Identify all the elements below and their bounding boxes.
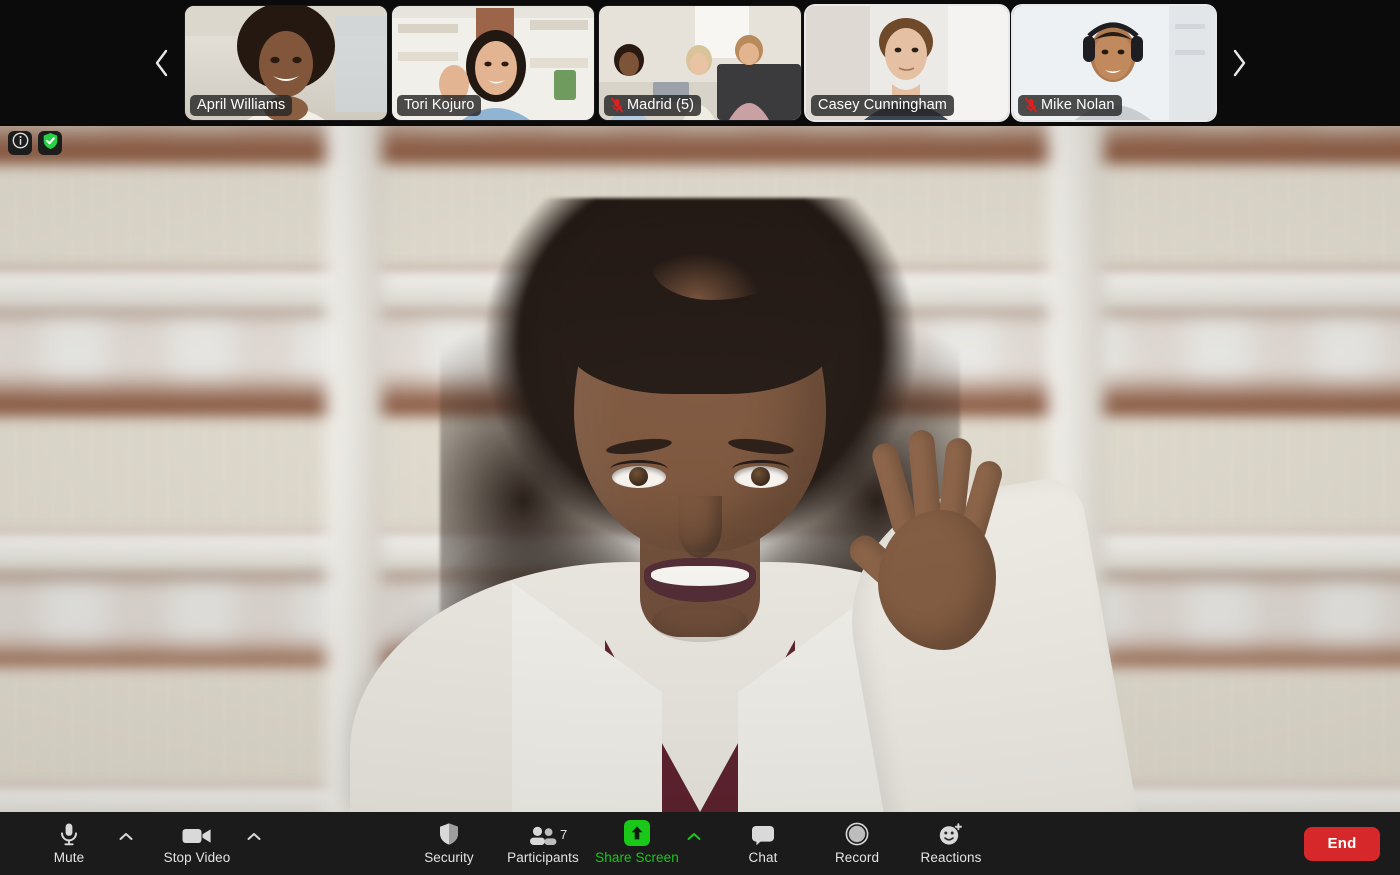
speech-bubble-icon [751, 822, 775, 846]
toolbar-right-group: End [1304, 812, 1380, 875]
stop-video-button[interactable]: Stop Video [150, 815, 244, 873]
muted-microphone-icon [1025, 97, 1038, 113]
chat-label: Chat [748, 850, 778, 865]
share-options-button[interactable] [684, 815, 704, 873]
people-icon: 7 [528, 822, 567, 846]
chevron-up-icon [119, 829, 133, 844]
reactions-label: Reactions [920, 850, 982, 865]
toolbar-center-group: Security 7 Participants Share Screen Cha… [402, 812, 998, 875]
chevron-up-icon [687, 829, 701, 844]
thumbnail-tile[interactable]: Madrid (5) [599, 6, 801, 120]
meeting-information-button[interactable] [8, 131, 32, 155]
share-screen-label: Share Screen [595, 850, 679, 865]
chevron-left-icon [153, 48, 170, 78]
participant-filmstrip: April Williams Tori Kojuro Madrid (5) Ca… [0, 0, 1400, 126]
shield-check-icon [42, 132, 59, 155]
participants-count: 7 [560, 827, 568, 842]
audio-options-button[interactable] [116, 815, 136, 873]
video-options-button[interactable] [244, 815, 264, 873]
participant-name-chip: Casey Cunningham [811, 95, 954, 116]
thumbnail-tile[interactable]: April Williams [185, 6, 387, 120]
stop-video-label: Stop Video [163, 850, 231, 865]
chevron-up-icon [247, 829, 261, 844]
stage-badges [8, 131, 62, 155]
mute-button[interactable]: Mute [22, 815, 116, 873]
record-label: Record [834, 850, 880, 865]
security-button[interactable]: Security [402, 815, 496, 873]
reactions-button[interactable]: Reactions [904, 815, 998, 873]
active-speaker-video[interactable] [0, 126, 1400, 812]
participant-name: Tori Kojuro [404, 97, 475, 113]
thumbnail-tile[interactable]: Mike Nolan [1013, 6, 1215, 120]
thumbnail-tile[interactable]: Tori Kojuro [392, 6, 594, 120]
speaker-figure [320, 152, 1139, 812]
participant-name-chip: Mike Nolan [1018, 95, 1122, 116]
up-arrow-icon [624, 820, 650, 846]
raised-hand [843, 424, 1016, 660]
thumbnail-tile[interactable]: Casey Cunningham [806, 6, 1008, 120]
participants-button[interactable]: 7 Participants [496, 815, 590, 873]
microphone-icon [58, 822, 80, 846]
video-camera-icon [182, 822, 212, 846]
participant-name-chip: April Williams [190, 95, 293, 116]
participants-label: Participants [507, 850, 579, 865]
shield-icon [438, 822, 460, 846]
toolbar-left-group: Mute Stop Video [22, 812, 264, 875]
filmstrip-next-button[interactable] [1220, 8, 1258, 118]
participant-name: Madrid (5) [627, 97, 695, 113]
encryption-status-button[interactable] [38, 131, 62, 155]
filmstrip-prev-button[interactable] [142, 8, 180, 118]
participant-name-chip: Tori Kojuro [397, 95, 482, 116]
record-circle-icon [845, 822, 869, 846]
end-meeting-button[interactable]: End [1304, 826, 1380, 861]
security-label: Security [424, 850, 474, 865]
participant-name: Mike Nolan [1041, 97, 1115, 113]
mute-label: Mute [53, 850, 85, 865]
chat-button[interactable]: Chat [716, 815, 810, 873]
meeting-toolbar: Mute Stop Video Security 7 Participants … [0, 812, 1400, 875]
share-screen-button[interactable]: Share Screen [590, 815, 684, 873]
participant-name-chip: Madrid (5) [604, 95, 702, 116]
participant-name: Casey Cunningham [818, 97, 947, 113]
record-button[interactable]: Record [810, 815, 904, 873]
muted-microphone-icon [611, 97, 624, 113]
info-icon [12, 132, 29, 154]
zoom-meeting-window: April Williams Tori Kojuro Madrid (5) Ca… [0, 0, 1400, 875]
chevron-right-icon [1231, 48, 1248, 78]
participant-name: April Williams [197, 97, 286, 113]
smiley-plus-icon [938, 822, 964, 846]
